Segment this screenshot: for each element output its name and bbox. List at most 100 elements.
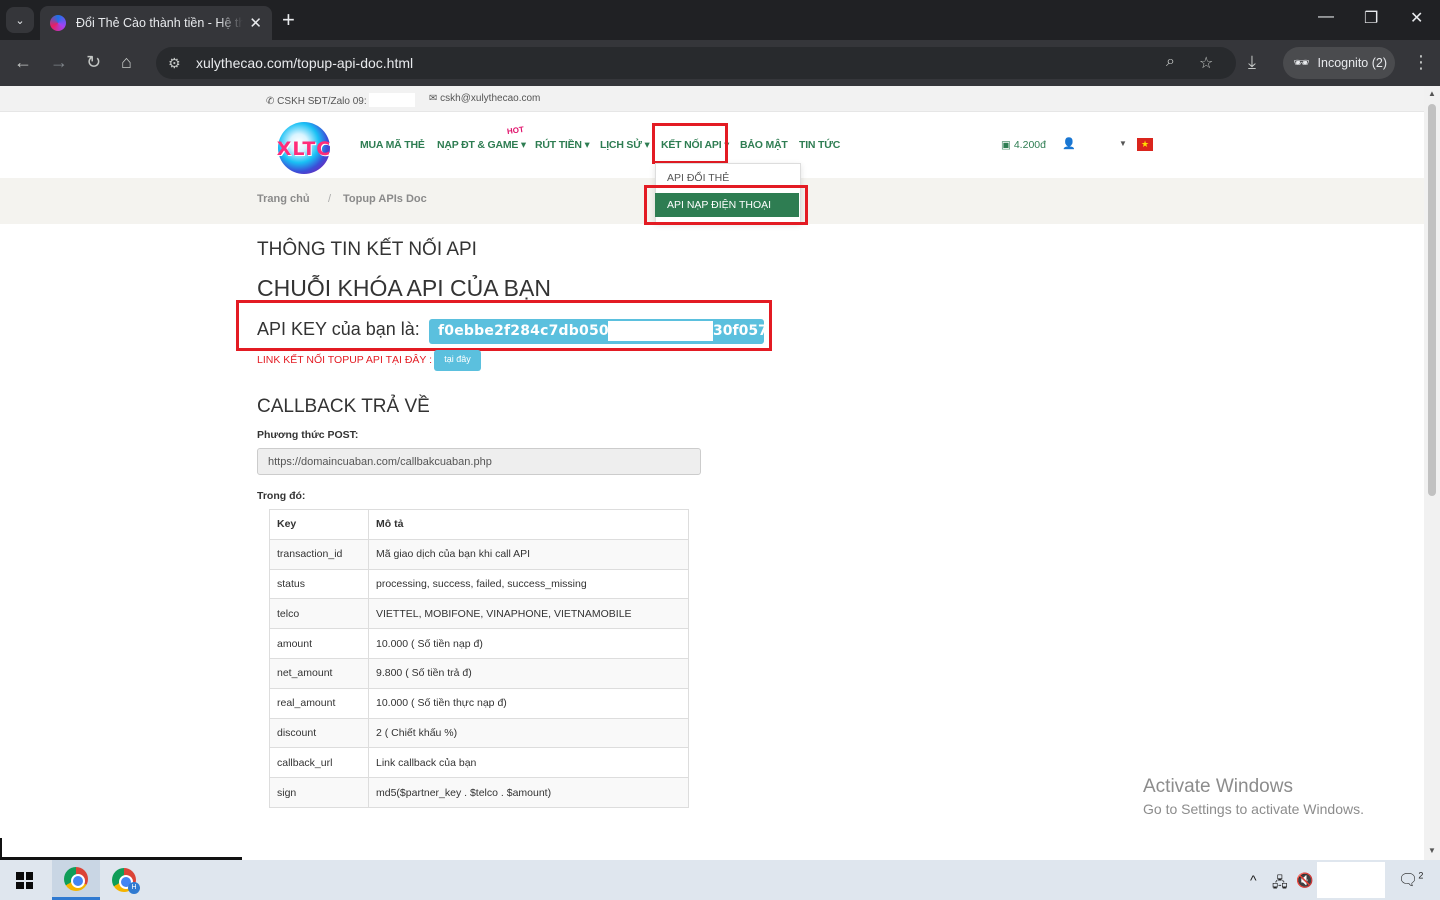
notification-center-icon[interactable]: 🗨2 <box>1398 870 1423 890</box>
mail-icon: ✉ <box>429 93 438 104</box>
incognito-icon: 🕶 <box>1293 55 1310 70</box>
heading-api-key: CHUỖI KHÓA API CỦA BẠN <box>257 275 551 301</box>
column-header-key: Key <box>269 509 369 540</box>
taskbar-chrome-app[interactable] <box>52 860 100 900</box>
table-row: discount 2 ( Chiết khấu %) <box>269 717 689 749</box>
zoom-icon[interactable]: ⌕ <box>1166 53 1175 71</box>
dropdown-topup-highlight-box <box>644 185 808 225</box>
apikey-redaction <box>608 321 713 341</box>
window-close-icon[interactable]: ✕ <box>1410 8 1423 28</box>
breadcrumb-home[interactable]: Trang chủ <box>257 193 310 205</box>
nav-buy-card[interactable]: MUA MÃ THẺ <box>360 139 425 151</box>
site-logo[interactable]: XLTC <box>262 122 346 174</box>
cell-description: processing, success, failed, success_mis… <box>368 568 689 600</box>
chrome-profile-badge: H <box>128 882 140 894</box>
vietnam-flag-icon[interactable]: ★ <box>1137 138 1153 151</box>
windows-start-icon[interactable] <box>16 872 33 889</box>
heading-callback: CALLBACK TRẢ VỀ <box>257 396 430 417</box>
cell-description: 10.000 ( Số tiền nạp đ) <box>368 628 689 659</box>
cell-key: telco <box>269 598 369 630</box>
web-page: ✆ CSKH SĐT/Zalo 09: ✉ cskh@xulythecao.co… <box>0 86 1424 860</box>
hot-badge: HOT <box>506 124 525 137</box>
new-tab-icon[interactable]: + <box>282 8 295 32</box>
restore-icon[interactable]: ❐ <box>1364 8 1378 28</box>
cell-key: sign <box>269 777 369 808</box>
tab-search-icon[interactable]: ⌄ <box>6 7 34 33</box>
heading-api-info: THÔNG TIN KẾT NỐI API <box>257 239 477 260</box>
page-scrollbar[interactable]: ▲ ▼ <box>1424 86 1440 860</box>
breadcrumb-separator: / <box>328 193 332 205</box>
back-icon[interactable]: ← <box>14 52 32 72</box>
tab-close-icon[interactable]: ✕ <box>249 14 262 32</box>
table-row: sign md5($partner_key . $telco . $amount) <box>269 777 689 808</box>
post-method-label: Phương thức POST: <box>257 429 359 441</box>
watermark-subtitle: Go to Settings to activate Windows. <box>1143 801 1364 817</box>
cell-description: Link callback của bạn <box>368 747 689 779</box>
wallet-balance[interactable]: ▣ 4.200đ <box>1001 139 1046 151</box>
cell-key: net_amount <box>269 657 369 689</box>
volume-muted-icon[interactable]: 🔇 <box>1296 872 1313 889</box>
minimize-icon[interactable]: — <box>1318 8 1334 26</box>
params-label: Trong đó: <box>257 490 306 502</box>
nav-topup[interactable]: NẠP ĐT & GAME ▾ <box>437 139 526 151</box>
cell-key: real_amount <box>269 687 369 719</box>
topup-link-button[interactable]: tại đây <box>434 350 481 371</box>
reload-icon[interactable]: ↻ <box>86 52 101 72</box>
apikey-suffix: 30f057 <box>713 323 768 339</box>
incognito-profile-button[interactable]: 🕶 Incognito (2) <box>1283 47 1395 79</box>
table-row: amount 10.000 ( Số tiền nạp đ) <box>269 628 689 659</box>
apikey-label: API KEY của bạn là: <box>257 319 420 339</box>
user-icon[interactable]: 👤 <box>1062 137 1076 150</box>
menu-kebab-icon[interactable]: ⋮ <box>1412 52 1430 72</box>
callback-url-input[interactable] <box>257 448 701 475</box>
table-row: callback_url Link callback của bạn <box>269 747 689 779</box>
callback-params-table: Key Mô tả transaction_id Mã giao dịch của… <box>269 509 689 808</box>
cell-description: 9.800 ( Số tiền trả đ) <box>368 657 689 689</box>
contact-email[interactable]: ✉ cskh@xulythecao.com <box>429 93 540 104</box>
breadcrumb-current: Topup APIs Doc <box>343 193 427 205</box>
windows-taskbar: H ^ 🖧 🔇 🗨2 <box>0 860 1440 900</box>
cell-key: discount <box>269 717 369 749</box>
chrome-icon <box>64 866 88 891</box>
nav-withdraw[interactable]: RÚT TIỀN ▾ <box>535 139 590 151</box>
scroll-down-arrow-icon[interactable]: ▼ <box>1428 846 1436 855</box>
site-favicon-icon <box>50 15 66 31</box>
address-bar[interactable]: ⚙ xulythecao.com/topup-api-doc.html ⌕ ☆ <box>156 47 1236 79</box>
cell-key: amount <box>269 628 369 659</box>
cell-description: VIETTEL, MOBIFONE, VINAPHONE, VIETNAMOBI… <box>368 598 689 630</box>
browser-tab-active[interactable]: Đổi Thẻ Cào thành tiền - Hệ thống ✕ <box>40 6 272 40</box>
nav-security[interactable]: BẢO MẬT <box>740 139 788 151</box>
network-icon[interactable]: 🖧 <box>1272 872 1288 896</box>
wallet-icon: ▣ <box>1001 139 1011 151</box>
download-icon[interactable]: ⤓ <box>1248 52 1256 72</box>
table-header-row: Key Mô tả <box>269 509 689 540</box>
user-dropdown-caret-icon[interactable]: ▼ <box>1119 139 1127 148</box>
taskbar-chrome-profile-app[interactable]: H <box>100 860 148 900</box>
scrollbar-thumb[interactable] <box>1428 104 1436 496</box>
activate-windows-watermark: Activate Windows Go to Settings to activ… <box>1143 776 1364 817</box>
address-url: xulythecao.com/topup-api-doc.html <box>196 55 414 71</box>
site-info-icon[interactable]: ⚙ <box>168 55 190 72</box>
notification-count: 2 <box>1418 870 1424 881</box>
tray-overflow-chevron-icon[interactable]: ^ <box>1250 872 1257 888</box>
forward-icon[interactable]: → <box>50 52 68 72</box>
table-row: telco VIETTEL, MOBIFONE, VINAPHONE, VIETN… <box>269 598 689 630</box>
browser-tabbar: ⌄ Đổi Thẻ Cào thành tiền - Hệ thống ✕ + … <box>0 0 1440 40</box>
column-header-description: Mô tả <box>368 509 689 540</box>
watermark-title: Activate Windows <box>1143 776 1293 797</box>
table-row: real_amount 10.000 ( Số tiền thực nạp đ) <box>269 687 689 719</box>
tab-title: Đổi Thẻ Cào thành tiền - Hệ thống <box>76 16 244 30</box>
table-row: net_amount 9.800 ( Số tiền trả đ) <box>269 657 689 689</box>
nav-history[interactable]: LỊCH SỬ ▾ <box>600 139 650 151</box>
nav-news[interactable]: TIN TỨC <box>799 139 840 151</box>
contact-phone: ✆ CSKH SĐT/Zalo 09: <box>266 93 415 107</box>
phone-redaction <box>368 93 415 107</box>
bookmark-star-icon[interactable]: ☆ <box>1199 53 1213 73</box>
cell-description: 2 ( Chiết khấu %) <box>368 717 689 749</box>
phone-icon: ✆ <box>266 96 275 107</box>
table-row: status processing, success, failed, succe… <box>269 568 689 600</box>
scroll-up-arrow-icon[interactable]: ▲ <box>1428 89 1436 98</box>
dropdown-item-api-card[interactable]: API ĐỔI THẺ <box>667 172 729 184</box>
home-icon[interactable]: ⌂ <box>121 52 132 72</box>
clock-redaction <box>1317 862 1385 898</box>
